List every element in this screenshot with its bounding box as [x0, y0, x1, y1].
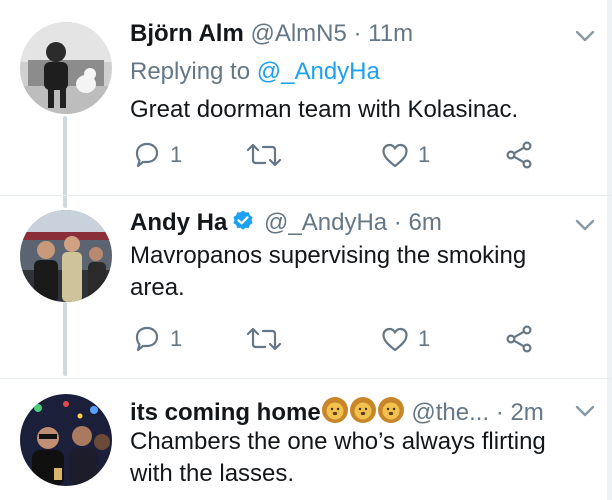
tweet-text: Mavropanos supervising the smoking area. [130, 240, 570, 304]
avatar-andy-ha[interactable] [20, 210, 112, 302]
separator: · [393, 209, 402, 236]
lion-face-icon [349, 397, 376, 423]
avatar-bjorn-alm[interactable] [20, 22, 112, 114]
user-handle[interactable]: @_AndyHa [264, 209, 387, 236]
divider [0, 378, 612, 379]
like-button[interactable]: 1 [380, 140, 430, 170]
reply-button[interactable]: 1 [132, 324, 182, 354]
reply-count: 1 [170, 326, 183, 351]
replying-to-mention[interactable]: @_AndyHa [257, 58, 380, 85]
scroll-edge [607, 0, 612, 500]
divider [0, 195, 612, 196]
reply-icon [135, 326, 159, 352]
separator: · [353, 20, 362, 47]
share-button[interactable] [504, 324, 534, 354]
user-handle[interactable]: @the... [411, 399, 489, 426]
chevron-down-icon[interactable] [574, 403, 596, 419]
tweet-text-line: Mavropanos supervising the smoking [130, 242, 527, 269]
display-name[interactable]: Andy Ha [130, 209, 227, 236]
replying-prefix: Replying to [130, 58, 257, 85]
replying-to: Replying to @_AndyHa [130, 58, 380, 86]
display-name[interactable]: Björn Alm [130, 20, 244, 47]
tweet-text-line: with the lasses. [130, 460, 295, 487]
chevron-down-icon[interactable] [574, 28, 596, 44]
retweet-icon [246, 327, 282, 351]
reply-icon [135, 142, 159, 168]
retweet-button[interactable] [244, 140, 284, 170]
tweet-header: Andy Ha @_AndyHa · 6m [130, 209, 442, 237]
like-count: 1 [418, 142, 431, 167]
retweet-button[interactable] [244, 324, 284, 354]
tweet-text-line: area. [130, 274, 185, 301]
lion-face-icon [321, 397, 348, 423]
tweet-text: Chambers the one who’s always flirting w… [130, 426, 570, 490]
timestamp[interactable]: 2m [510, 399, 543, 426]
tweet-header: its coming home @the... · 2m [130, 396, 544, 427]
user-handle[interactable]: @AlmN5 [250, 20, 346, 47]
share-icon [506, 325, 532, 353]
like-icon [382, 327, 408, 352]
like-count: 1 [418, 326, 431, 351]
tweet-text: Great doorman team with Kolasinac. [130, 96, 519, 123]
share-icon [506, 141, 532, 169]
chevron-down-icon[interactable] [574, 217, 596, 233]
separator: · [495, 399, 504, 426]
like-button[interactable]: 1 [380, 324, 430, 354]
retweet-icon [246, 143, 282, 167]
reply-button[interactable]: 1 [132, 140, 182, 170]
share-button[interactable] [504, 140, 534, 170]
tweet-header: Björn Alm @AlmN5 · 11m [130, 20, 413, 48]
like-icon [382, 143, 408, 168]
timestamp[interactable]: 11m [368, 20, 413, 47]
verified-badge-icon [233, 210, 253, 230]
reply-count: 1 [170, 142, 183, 167]
thread-connector [63, 302, 67, 376]
lion-face-icon [377, 397, 404, 423]
display-name[interactable]: its coming home [130, 399, 321, 426]
avatar-its-coming-home[interactable] [20, 394, 112, 486]
timestamp[interactable]: 6m [408, 209, 441, 236]
tweet-text-line: Chambers the one who’s always flirting [130, 428, 546, 455]
